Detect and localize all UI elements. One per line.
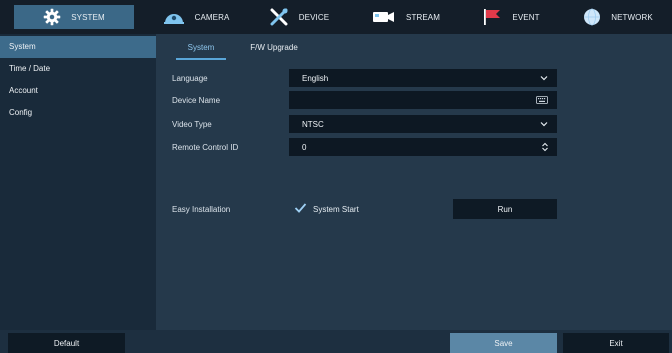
video-type-select[interactable]: NTSC <box>289 115 557 133</box>
topnav-camera-label: CAMERA <box>194 12 230 22</box>
language-select[interactable]: English <box>289 69 557 87</box>
tab-system[interactable]: System <box>176 40 226 60</box>
save-button[interactable]: Save <box>450 333 557 353</box>
device-name-field[interactable] <box>289 91 557 109</box>
chevron-down-icon <box>540 69 548 87</box>
language-label: Language <box>172 74 208 83</box>
tools-icon <box>269 8 289 26</box>
language-value: English <box>302 73 329 83</box>
sidebar-item-label: System <box>9 42 36 51</box>
topnav-device[interactable]: DEVICE <box>254 5 344 29</box>
easy-installation-label: Easy Installation <box>172 205 231 214</box>
topnav-stream-label: STREAM <box>406 12 440 22</box>
exit-button-label: Exit <box>609 338 623 348</box>
top-navigation-bar: SYSTEM CAMERA DEVICE STREAM EVENT NETWOR… <box>0 0 672 34</box>
bottom-action-bar: Default Save Exit <box>0 330 672 353</box>
settings-panel: System F/W Upgrade Language English Devi… <box>156 34 672 330</box>
tab-bar: System F/W Upgrade <box>156 34 672 60</box>
topnav-stream[interactable]: STREAM <box>356 5 456 29</box>
sidebar-item-label: Config <box>9 108 33 117</box>
sidebar-item-config[interactable]: Config <box>0 102 156 124</box>
tab-system-label: System <box>187 43 215 52</box>
sidebar-item-system[interactable]: System <box>0 36 156 58</box>
gear-icon <box>43 8 61 26</box>
topnav-event[interactable]: EVENT <box>466 5 556 29</box>
save-button-label: Save <box>494 338 513 348</box>
exit-button[interactable]: Exit <box>563 333 669 353</box>
run-button[interactable]: Run <box>453 199 557 219</box>
globe-icon <box>583 8 601 26</box>
sidebar: System Time / Date Account Config <box>0 34 156 330</box>
topnav-camera[interactable]: CAMERA <box>146 5 246 29</box>
system-start-label: System Start <box>313 204 359 214</box>
system-start-checkbox[interactable]: System Start <box>294 202 359 216</box>
sidebar-item-time-date[interactable]: Time / Date <box>0 58 156 80</box>
topnav-system-label: SYSTEM <box>71 12 105 22</box>
tab-fw-upgrade[interactable]: F/W Upgrade <box>244 40 304 60</box>
chevron-down-icon <box>540 115 548 133</box>
default-button[interactable]: Default <box>8 333 125 353</box>
sidebar-item-account[interactable]: Account <box>0 80 156 102</box>
topnav-network[interactable]: NETWORK <box>568 5 668 29</box>
video-type-label: Video Type <box>172 120 212 129</box>
topnav-system[interactable]: SYSTEM <box>14 5 134 29</box>
remote-control-id-label: Remote Control ID <box>172 143 239 152</box>
sidebar-item-label: Account <box>9 86 38 95</box>
remote-control-id-stepper[interactable]: 0 <box>289 138 557 156</box>
video-camera-icon <box>372 10 396 24</box>
keyboard-icon[interactable] <box>536 91 548 109</box>
remote-control-id-value: 0 <box>302 142 307 152</box>
sidebar-item-label: Time / Date <box>9 64 51 73</box>
run-button-label: Run <box>497 204 513 214</box>
stepper-arrows-icon[interactable] <box>542 138 548 156</box>
tab-fw-upgrade-label: F/W Upgrade <box>250 43 298 52</box>
device-name-label: Device Name <box>172 96 221 105</box>
topnav-network-label: NETWORK <box>611 12 653 22</box>
flag-icon <box>482 8 502 26</box>
video-type-value: NTSC <box>302 119 324 129</box>
topnav-device-label: DEVICE <box>298 12 330 22</box>
checkmark-icon <box>294 202 307 216</box>
dome-camera-icon <box>163 9 185 25</box>
default-button-label: Default <box>53 338 80 348</box>
topnav-event-label: EVENT <box>512 12 540 22</box>
